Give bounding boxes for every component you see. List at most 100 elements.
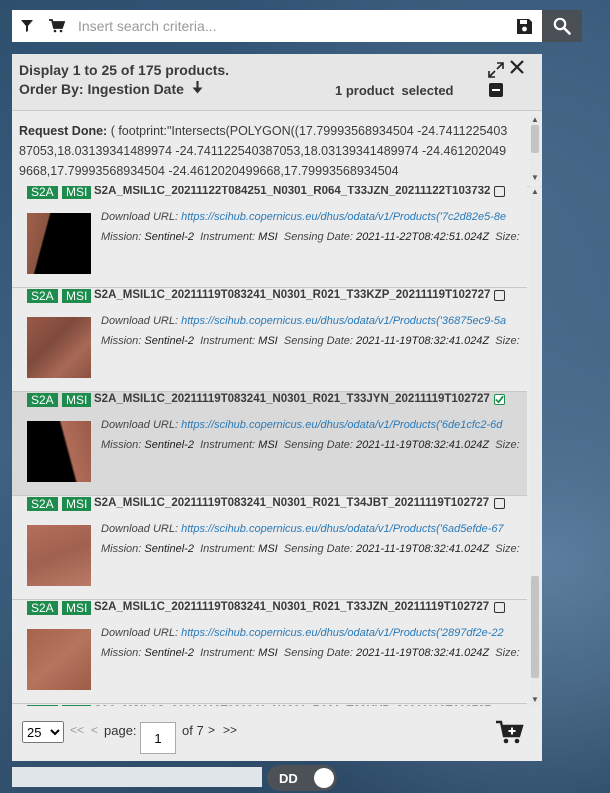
product-thumbnail[interactable] xyxy=(27,525,91,586)
instrument-badge: MSI xyxy=(62,186,92,199)
product-item[interactable]: S2A MSI S2A_MSIL1C_20211119T083241_N0301… xyxy=(12,288,527,392)
download-link[interactable]: https://scihub.copernicus.eu/dhus/odata/… xyxy=(181,523,504,535)
instrument-label: Instrument: xyxy=(200,543,256,555)
total-pages: of 7 xyxy=(182,723,204,738)
instrument-label: Instrument: xyxy=(200,231,256,243)
download-link[interactable]: https://scihub.copernicus.eu/dhus/odata/… xyxy=(181,419,502,431)
first-page-button[interactable]: << xyxy=(70,723,84,737)
mission-badge: S2A xyxy=(27,186,58,199)
sensing-date-label: Sensing Date: xyxy=(283,543,353,555)
per-page-select[interactable]: 25 xyxy=(22,721,64,743)
last-page-button[interactable]: >> xyxy=(223,723,237,737)
results-header: Display 1 to 25 of 175 products. Order B… xyxy=(12,54,542,111)
list-scroll-thumb[interactable] xyxy=(531,576,539,678)
scroll-down-icon[interactable]: ▼ xyxy=(531,174,539,182)
instrument-badge: MSI xyxy=(62,601,92,615)
sensing-date-value: 2021-11-19T08:32:41.024Z xyxy=(356,439,490,451)
mission-value: Sentinel-2 xyxy=(144,647,194,659)
mission-label: Mission: xyxy=(101,335,142,347)
checkbox-icon[interactable] xyxy=(494,498,505,509)
product-title[interactable]: S2A_MSIL1C_20211119T083241_N0301_R021_T3… xyxy=(94,601,489,613)
size-label: Size: xyxy=(495,231,520,243)
product-title[interactable]: S2A_MSIL1C_20211119T083241_N0301_R021_T3… xyxy=(94,497,489,509)
size-label: Size: xyxy=(495,543,520,555)
product-item[interactable]: S2A MSI S2A_MSIL1C_20211119T083241_N0301… xyxy=(12,600,527,704)
filter-icon[interactable] xyxy=(12,10,42,42)
search-bar xyxy=(12,10,542,42)
next-page-button[interactable]: > xyxy=(208,723,215,737)
close-icon[interactable] xyxy=(509,59,525,75)
dd-toggle-label: DD xyxy=(279,770,298,786)
checkbox-icon[interactable] xyxy=(494,602,505,613)
sensing-date-label: Sensing Date: xyxy=(283,231,353,243)
metadata-row: Mission: Sentinel-2 Instrument: MSI Sens… xyxy=(101,543,521,555)
display-count-text: Display 1 to 25 of 175 products. xyxy=(19,62,230,78)
product-thumbnail[interactable] xyxy=(27,317,91,378)
order-by[interactable]: Order By: Ingestion Date xyxy=(19,81,203,97)
download-row: Download URL: https://scihub.copernicus.… xyxy=(101,523,521,535)
search-input[interactable] xyxy=(72,10,506,42)
mission-badge: S2A xyxy=(27,601,58,615)
page-input[interactable] xyxy=(140,722,176,754)
download-label: Download URL: xyxy=(101,627,179,639)
product-thumbnail[interactable] xyxy=(27,421,91,482)
checkbox-icon[interactable] xyxy=(494,290,505,301)
request-scrollbar[interactable]: ▲ ▼ xyxy=(530,115,540,183)
prev-page-button[interactable]: < xyxy=(91,723,98,737)
download-link[interactable]: https://scihub.copernicus.eu/dhus/odata/… xyxy=(181,627,504,639)
request-label: Request Done: xyxy=(19,124,108,138)
instrument-label: Instrument: xyxy=(200,439,256,451)
scroll-up-icon[interactable]: ▲ xyxy=(531,116,539,124)
search-button[interactable] xyxy=(542,10,582,42)
sensing-date-value: 2021-11-19T08:32:41.024Z xyxy=(356,543,490,555)
download-label: Download URL: xyxy=(101,523,179,535)
metadata-row: Mission: Sentinel-2 Instrument: MSI Sens… xyxy=(101,439,521,451)
sensing-date-value: 2021-11-19T08:32:41.024Z xyxy=(356,647,490,659)
product-title[interactable]: S2A_MSIL1C_20211119T083241_N0301_R021_T3… xyxy=(94,393,490,405)
metadata-row: Mission: Sentinel-2 Instrument: MSI Sens… xyxy=(101,231,521,243)
download-row: Download URL: https://scihub.copernicus.… xyxy=(101,211,521,223)
expand-icon[interactable] xyxy=(488,62,504,78)
sensing-date-label: Sensing Date: xyxy=(283,439,353,451)
product-item[interactable]: S2A MSI S2A_MSIL1C_20211119T083241_N0301… xyxy=(12,496,527,600)
selected-label: selected xyxy=(401,83,454,98)
cart-plus-icon[interactable] xyxy=(496,720,524,748)
metadata-row: Mission: Sentinel-2 Instrument: MSI Sens… xyxy=(101,647,521,659)
minus-square-icon[interactable] xyxy=(489,83,503,97)
download-label: Download URL: xyxy=(101,419,179,431)
product-item[interactable]: S2A MSI S2A_MSIL1C_20211119T083241_N0301… xyxy=(12,392,527,496)
download-link[interactable]: https://scihub.copernicus.eu/dhus/odata/… xyxy=(181,315,506,327)
toggle-knob[interactable] xyxy=(314,768,334,788)
cart-icon[interactable] xyxy=(42,10,72,42)
scroll-up-icon[interactable]: ▲ xyxy=(531,188,539,196)
product-thumbnail[interactable] xyxy=(27,213,91,274)
product-thumbnail[interactable] xyxy=(27,629,91,690)
arrow-down-icon[interactable] xyxy=(192,81,203,97)
instrument-value: MSI xyxy=(258,335,278,347)
mission-label: Mission: xyxy=(101,231,142,243)
checkbox-icon[interactable] xyxy=(494,186,505,197)
mission-label: Mission: xyxy=(101,543,142,555)
checkbox-icon[interactable] xyxy=(494,394,505,405)
dd-toggle[interactable]: DD xyxy=(267,765,337,791)
download-link[interactable]: https://scihub.copernicus.eu/dhus/odata/… xyxy=(181,211,506,223)
pagination-bar: 25 << < page: of 7 > >> xyxy=(12,706,542,761)
product-list: S2A MSI S2A_MSIL1C_20211122T084251_N0301… xyxy=(12,186,527,706)
instrument-label: Instrument: xyxy=(200,335,256,347)
save-icon[interactable] xyxy=(506,10,542,42)
request-scroll-thumb[interactable] xyxy=(531,125,539,153)
product-title[interactable]: S2A_MSIL1C_20211119T083241_N0301_R021_T3… xyxy=(94,289,490,301)
mission-value: Sentinel-2 xyxy=(144,439,194,451)
product-title[interactable]: S2A_MSIL1C_20211122T084251_N0301_R064_T3… xyxy=(94,186,490,197)
mission-value: Sentinel-2 xyxy=(144,335,194,347)
instrument-badge: MSI xyxy=(62,393,92,407)
list-scrollbar[interactable]: ▲ ▼ xyxy=(530,186,540,706)
order-by-label: Order By: Ingestion Date xyxy=(19,81,184,97)
download-label: Download URL: xyxy=(101,211,179,223)
download-row: Download URL: https://scihub.copernicus.… xyxy=(101,315,521,327)
product-item[interactable]: S2A MSI S2A_MSIL1C_20211122T084251_N0301… xyxy=(12,186,527,288)
selected-count: 1 product xyxy=(335,83,395,98)
sensing-date-label: Sensing Date: xyxy=(283,647,353,659)
scroll-down-icon[interactable]: ▼ xyxy=(531,696,539,704)
coordinates-field[interactable] xyxy=(12,767,262,787)
